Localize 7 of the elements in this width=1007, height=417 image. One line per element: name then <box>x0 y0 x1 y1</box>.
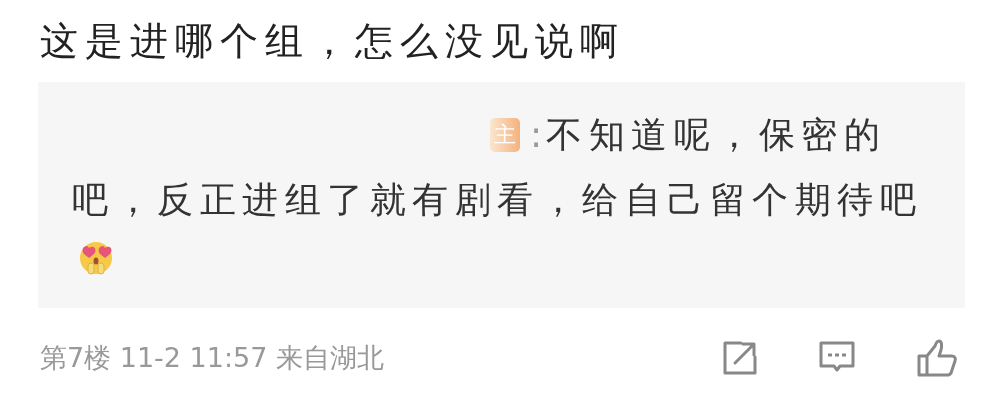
reply-text: 吧，反正进组了就有剧看，给自己留个期待吧 <box>72 178 922 222</box>
separator: : <box>530 113 543 157</box>
thumbs-up-icon[interactable] <box>915 338 959 378</box>
reply-text: 不知道呢，保密的 <box>546 113 887 157</box>
comment-text: 这是进哪个组，怎么没见说啊 <box>40 18 626 65</box>
post-meta: 第7楼 11-2 11:57 来自湖北 <box>40 341 384 375</box>
user-badge: 主 <box>490 117 520 152</box>
